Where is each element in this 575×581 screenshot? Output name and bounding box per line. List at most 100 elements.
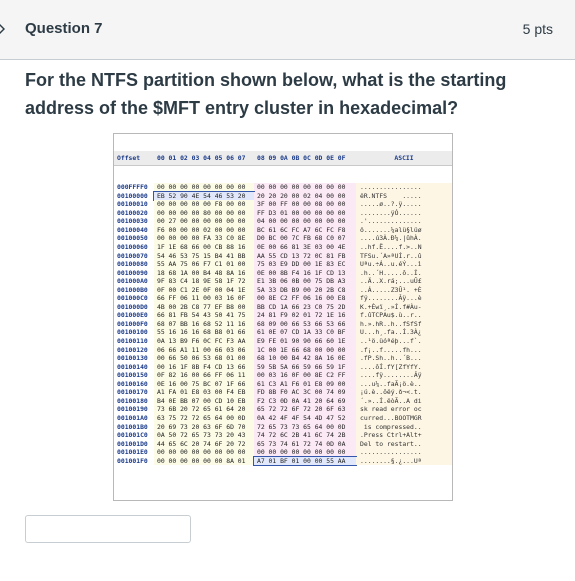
hex-bytes-b: 74 72 6C 2B 41 6C 74 2B — [254, 431, 356, 440]
hex-bytes-b: E9 FE 01 90 90 66 60 1E — [254, 337, 356, 346]
hex-offset: 00100160 — [117, 379, 148, 388]
hex-bytes-a: 68 07 BB 16 68 52 11 16 — [154, 319, 254, 329]
hex-bytes-b: 0E 00 66 81 3E 03 00 4E — [254, 243, 356, 252]
hex-bytes-a: 00 00 00 00 00 00 8A 01 — [154, 456, 254, 466]
hex-row: 001000B0 0F 00 C1 2E 0F 00 04 1E 5A 33 DB … — [114, 285, 452, 295]
hex-bytes-a: 0F 00 C1 2E 0F 00 04 1E — [154, 285, 254, 295]
hex-row: 000FFFF0 00 00 00 00 00 00 00 00 00 00 00 … — [114, 183, 452, 192]
hex-ascii: ´.»..Í.ëòÃ..A di — [356, 396, 452, 406]
hex-row: 00100130 00 66 50 06 53 68 01 00 68 10 00 … — [114, 354, 452, 363]
hex-ascii: ........ÿÓ...... — [356, 208, 452, 218]
hex-bytes-b: 24 81 F9 02 01 72 1E 16 — [254, 311, 356, 320]
hex-row: 00100100 55 16 16 16 68 B8 01 66 61 0E 07 … — [114, 328, 452, 338]
question-header: Question 7 5 pts — [0, 0, 575, 60]
offset-header: Offset — [117, 154, 141, 163]
hex-ascii: .Press Ctrl+Alt+ — [356, 431, 452, 440]
hex-ascii: ................ — [356, 448, 452, 457]
hex-bytes-b: 20 20 20 00 02 04 00 00 — [254, 191, 356, 201]
hex-offset: 00100150 — [117, 371, 148, 380]
answer-input[interactable] — [25, 515, 191, 543]
hex-bytes-a: 0E 16 00 75 BC 07 1F 66 — [154, 379, 254, 389]
hex-bytes-a: 00 27 00 00 00 00 00 00 — [154, 217, 254, 226]
hex-bytes-a: 0A 50 72 65 73 73 20 43 — [154, 431, 254, 440]
hex-row: 00100060 1F 1E 68 66 00 CB 88 16 0E 00 66 … — [114, 243, 452, 252]
hex-bytes-a: 00 00 00 00 00 00 00 00 — [154, 448, 254, 457]
hex-offset: 00100010 — [117, 200, 148, 209]
hex-offset: 001000F0 — [117, 319, 148, 328]
hex-ascii: .'.............. — [356, 217, 452, 226]
hex-row: 00100110 0A 13 B9 F6 0C FC F3 AA E9 FE 01 … — [114, 337, 452, 346]
hex-bytes-a: 1F 1E 68 66 00 CB 88 16 — [154, 243, 254, 252]
hex-bytes-b: BC 61 6C FC A7 6C FC F8 — [254, 225, 356, 235]
hex-offset: 000FFFF0 — [117, 183, 148, 192]
hex-row: 00100090 18 68 1A 00 B4 48 8A 16 0E 00 8B … — [114, 268, 452, 278]
hex-offset: 001001C0 — [117, 431, 148, 440]
hex-ascii: ö.......¼alü§lüø — [356, 225, 452, 235]
hex-bytes-b: 00 8E C2 FF 06 16 00 E8 — [254, 294, 356, 303]
hex-row: 001000E0 66 81 FB 54 43 50 41 75 24 81 F9 … — [114, 311, 452, 320]
hex-row: 00100070 54 46 53 75 15 B4 41 BB AA 55 CD … — [114, 251, 452, 261]
hex-row: 00100020 00 00 00 00 80 00 00 00 FF D3 01 … — [114, 208, 452, 218]
question-title: Question 7 — [25, 20, 103, 37]
hex-offset: 00100140 — [117, 362, 148, 371]
hex-ascii: U...h¸.fa..Í.3À¿ — [356, 328, 452, 338]
hex-bytes-b: AA 55 CD 13 72 0C 81 FB — [254, 251, 356, 261]
hex-bytes-b: A7 01 BF 01 00 00 55 AA — [253, 455, 357, 467]
hex-bytes-a: 06 66 A1 11 00 66 03 06 — [154, 345, 254, 355]
hex-bytes-b: 59 5B 5A 66 59 66 59 1F — [254, 362, 356, 372]
hex-bytes-a: 44 65 6C 20 74 6F 20 72 — [154, 439, 254, 449]
hex-bytes-a: 00 16 1F 8B F4 CD 13 66 — [154, 362, 254, 372]
hex-row: 00100150 0F 82 16 00 66 FF 06 11 00 03 16 … — [114, 371, 452, 380]
hex-offset: 001001D0 — [117, 439, 148, 448]
hex-bytes-b: E1 3B 06 0B 00 75 DB A3 — [254, 277, 356, 286]
hex-offset: 00100070 — [117, 251, 148, 260]
hex-row: 001000D0 4B 00 2B C8 77 EF B8 00 BB CD 1A … — [114, 302, 452, 312]
hex-ascii: f.ûTCPAu$.ù..r.. — [356, 311, 452, 320]
hex-ascii: TFSu.´A»ªUÍ.r..û — [356, 251, 452, 261]
hex-bytes-b: FD 8B F0 AC 3C 00 74 09 — [254, 388, 356, 397]
hex-bytes-a: 00 00 00 00 00 F8 00 00 — [154, 200, 254, 209]
hex-bytes-b: 00 00 00 00 00 00 00 00 — [254, 448, 356, 457]
hex-offset: 00100120 — [117, 345, 148, 354]
hex-offset: 00100050 — [117, 234, 148, 243]
hex-bytes-a: 00 66 50 06 53 68 01 00 — [154, 354, 254, 363]
hex-ascii: Del to restart.. — [356, 439, 452, 449]
hex-row: 00100180 B4 0E BB 07 00 CD 10 EB F2 C3 0D … — [114, 396, 452, 406]
hex-row: 00100000 EB 52 90 4E 54 46 53 20 20 20 20 … — [114, 190, 452, 202]
hex-bytes-a: A1 FA 01 E8 03 00 F4 EB — [154, 388, 254, 397]
hex-ascii: ..¹ö.üóªéþ...f`. — [356, 337, 452, 346]
hex-ascii: ..Á.....Z3Û¹. +È — [356, 285, 452, 295]
hex-offset: 00100030 — [117, 217, 148, 226]
hex-row: 001000F0 68 07 BB 16 68 52 11 16 68 09 00 … — [114, 319, 452, 329]
hex-bytes-a: 20 69 73 20 63 6F 6D 70 — [154, 422, 254, 432]
collapse-arrow-icon[interactable] — [0, 22, 5, 36]
hex-ascii: is compressed.. — [356, 422, 452, 432]
hex-offset: 001001B0 — [117, 422, 148, 431]
hex-offset: 00100080 — [117, 260, 148, 269]
hex-ascii: .fP.Sh..h..´B... — [356, 354, 452, 363]
hex-bytes-b: 3F 00 FF 00 00 08 00 00 — [254, 200, 356, 209]
hex-dump-image: Offset 00 01 02 03 04 05 06 07 08 09 0A … — [113, 133, 453, 501]
hex-row: 001000C0 66 FF 06 11 00 03 16 0F 00 8E C2 … — [114, 294, 452, 303]
hex-row: 00100190 73 6B 20 72 65 61 64 20 65 72 72 … — [114, 405, 452, 414]
hex-bytes-a: 63 75 72 72 65 64 00 0D — [154, 413, 254, 423]
hex-offset: 00100180 — [117, 396, 148, 405]
question-text: For the NTFS partition shown below, what… — [25, 70, 507, 118]
hex-offset: 00100060 — [117, 243, 148, 252]
hex-bytes-a: 66 81 FB 54 43 50 41 75 — [154, 311, 254, 320]
hex-bytes-a: 73 6B 20 72 65 61 64 20 — [154, 405, 254, 414]
hex-bytes-a: 55 AA 75 06 F7 C1 01 00 — [154, 260, 254, 269]
hex-row: 001001A0 63 75 72 72 65 64 00 0D 0A 42 4F … — [114, 413, 452, 423]
hex-offset: 00100110 — [117, 337, 148, 346]
hex-row: 00100160 0E 16 00 75 BC 07 1F 66 61 C3 A1 … — [114, 379, 452, 389]
hex-bytes-a: B4 0E BB 07 00 CD 10 EB — [154, 396, 254, 406]
hex-bytes-a: 54 46 53 75 15 B4 41 BB — [154, 251, 254, 261]
hex-row: 00100040 F6 00 00 00 02 00 00 00 BC 61 6C … — [114, 225, 452, 235]
hex-bytes-b: 00 00 00 00 00 00 00 00 — [254, 183, 356, 192]
hex-bytes-a: EB 52 90 4E 54 46 53 20 — [153, 190, 255, 202]
hex-ascii: .h..´H.....ô..Í. — [356, 268, 452, 278]
hex-row: 00100140 00 16 1F 8B F4 CD 13 66 59 5B 5A … — [114, 362, 452, 372]
hex-row: 00100170 A1 FA 01 E8 03 00 F4 EB FD 8B F0 … — [114, 388, 452, 397]
hex-bytes-b: D0 BC 00 7C FB 68 C0 07 — [254, 234, 356, 244]
hex-bytes-b: 1C 00 1E 66 68 00 00 00 — [254, 345, 356, 355]
